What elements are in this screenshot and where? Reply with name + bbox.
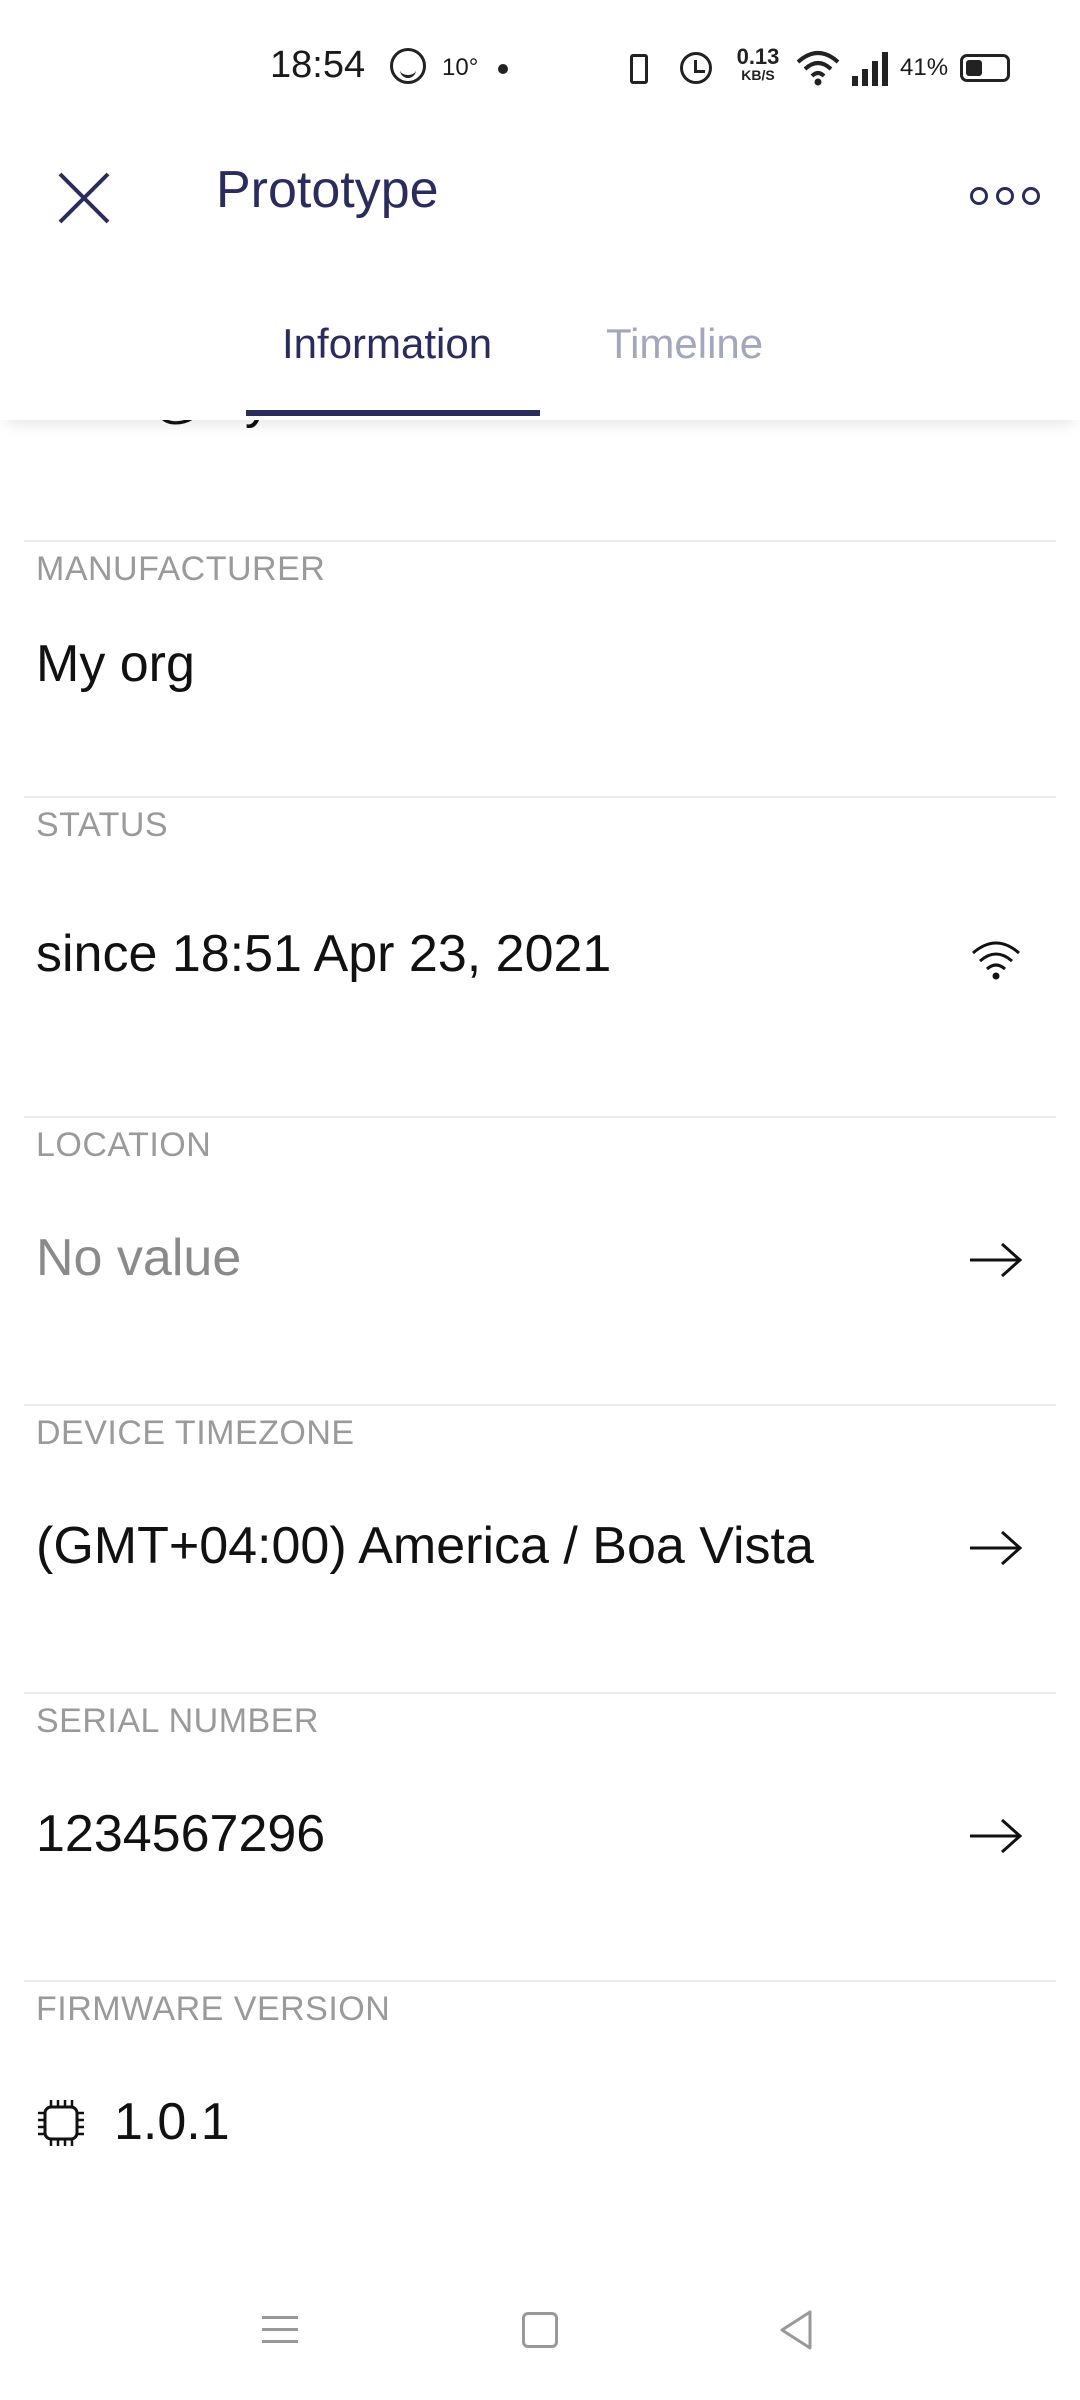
more-options-icon[interactable] [970, 176, 1040, 216]
manufacturer-value: My org [36, 635, 195, 693]
back-icon[interactable] [776, 2308, 816, 2352]
divider [24, 1980, 1056, 1982]
page-title: Prototype [216, 161, 439, 219]
timezone-label: DEVICE TIMEZONE [36, 1414, 355, 1452]
status-time: 18:54 [270, 44, 366, 86]
alarm-icon [680, 52, 712, 84]
serial-number-label: SERIAL NUMBER [36, 1702, 319, 1740]
network-speed: 0.13 KB/S [728, 44, 788, 83]
location-value[interactable]: No value [36, 1228, 241, 1288]
notification-dot-icon [498, 64, 508, 74]
network-speed-unit: KB/S [741, 67, 775, 83]
recent-apps-icon[interactable] [262, 2312, 302, 2348]
network-speed-value: 0.13 [736, 44, 780, 69]
location-label: LOCATION [36, 1126, 212, 1164]
home-icon[interactable] [522, 2312, 558, 2348]
serial-number-value[interactable]: 1234567296 [36, 1804, 325, 1864]
divider [24, 1404, 1056, 1406]
status-temperature: 10° [442, 54, 479, 81]
cell-signal-icon [852, 52, 892, 86]
status-value: since 18:51 Apr 23, 2021 [36, 925, 612, 983]
status-label: STATUS [36, 806, 169, 844]
battery-percent: 41% [900, 54, 949, 81]
arrow-right-icon[interactable] [966, 1816, 1026, 1856]
firmware-value: 1.0.1 [114, 2093, 230, 2151]
arrow-right-icon[interactable] [966, 1240, 1026, 1280]
app-header: Prototype Information Timeline [0, 140, 1080, 420]
divider [24, 1692, 1056, 1694]
divider [24, 540, 1056, 542]
tab-information[interactable]: Information [282, 320, 492, 368]
active-tab-indicator [246, 410, 540, 416]
divider [24, 1116, 1056, 1118]
notification-emoji-icon [390, 48, 426, 84]
chip-icon [38, 2100, 84, 2146]
close-icon[interactable] [50, 164, 120, 234]
battery-icon [960, 54, 1010, 82]
timezone-value[interactable]: (GMT+04:00) America / Boa Vista [36, 1516, 814, 1576]
divider [24, 796, 1056, 798]
tab-timeline[interactable]: Timeline [606, 320, 763, 368]
vibrate-icon [630, 54, 648, 84]
system-nav-bar [0, 2280, 1080, 2390]
status-bar: 18:54 10° 0.13 KB/S 41% [0, 0, 1080, 140]
firmware-label: FIRMWARE VERSION [36, 1990, 391, 2028]
arrow-right-icon[interactable] [966, 1528, 1026, 1568]
manufacturer-label: MANUFACTURER [36, 550, 326, 588]
wifi-icon [972, 941, 1020, 980]
wifi-status-icon [796, 51, 840, 86]
